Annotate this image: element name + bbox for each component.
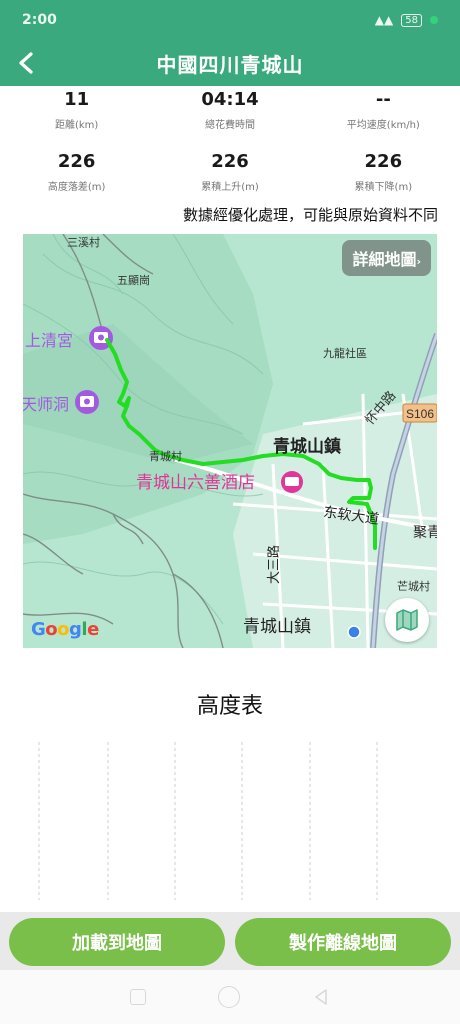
stat-label: 累積上升(m)	[201, 182, 259, 193]
altitude-title: 高度表	[196, 694, 263, 719]
make-offline-map-button[interactable]: 製作離線地圖	[235, 918, 451, 966]
route-map[interactable]: S106 三溪村 五顯崗 上清宮 天师洞 九龍社區 怀中路 青城村 青城山鎮 青…	[23, 234, 437, 648]
stat-distance: 11 距離(km)	[0, 88, 153, 131]
stat-value: 11	[64, 89, 90, 110]
status-icons: ▲▲ 58	[375, 13, 438, 27]
google-logo: Google	[31, 619, 99, 640]
status-bar: 2:00 ▲▲ 58	[0, 0, 460, 40]
label-hotel: 青城山六善酒店	[136, 473, 255, 493]
label-shangqing: 上清宮	[25, 331, 73, 350]
stat-average-speed: -- 平均速度(km/h)	[307, 88, 460, 131]
stat-value: --	[375, 89, 391, 110]
page-title: 中國四川青城山	[156, 52, 304, 77]
tianshi-poi	[75, 390, 99, 414]
stat-total-ascent: 226 累積上升(m)	[153, 150, 306, 193]
recent-apps-button[interactable]	[130, 989, 146, 1005]
label-qingcheng-cun: 青城村	[149, 449, 182, 463]
label-mangcheng: 芒城村	[397, 579, 430, 593]
system-nav-bar	[0, 970, 460, 1024]
label-tianshi: 天师洞	[23, 395, 69, 414]
label-sanxi: 三溪村	[67, 235, 100, 249]
label-jiulong: 九龍社區	[323, 346, 367, 360]
label-dasan: 大三路	[266, 545, 282, 584]
signal-icon: ▲▲	[374, 13, 394, 27]
stat-total-descent: 226 累積下降(m)	[307, 150, 460, 193]
stat-label: 距離(km)	[54, 120, 99, 131]
map-type-button[interactable]	[385, 598, 429, 642]
stat-elevation-gap: 226 高度落差(m)	[0, 150, 153, 193]
folded-map-icon	[396, 609, 418, 631]
app-header: 中國四川青城山	[0, 40, 460, 86]
stat-value: 226	[364, 151, 403, 172]
label-qingcheng-town: 青城山鎮	[273, 436, 341, 457]
data-optimization-note: 數據經優化處理，可能與原始資料不同	[182, 206, 438, 224]
chevron-left-icon	[19, 52, 33, 74]
stats-row-2: 226 高度落差(m) 226 累積上升(m) 226 累積下降(m)	[0, 150, 460, 193]
battery-icon: 58	[401, 13, 422, 27]
notification-dot-icon	[430, 16, 438, 24]
map-canvas: S106 三溪村 五顯崗 上清宮 天师洞 九龍社區 怀中路 青城村 青城山鎮 青…	[23, 234, 437, 648]
back-button[interactable]	[8, 44, 44, 82]
label-qingcheng-town-2: 青城山鎮	[243, 617, 311, 637]
label-wuxian: 五顯崗	[117, 274, 150, 287]
stat-label: 累積下降(m)	[354, 182, 413, 193]
stat-value: 226	[57, 151, 96, 172]
stat-value: 226	[211, 151, 249, 172]
detail-map-label: 詳細地圖	[352, 250, 417, 269]
hotel-poi	[281, 471, 303, 493]
stat-value: 04:14	[201, 89, 259, 110]
back-triangle-icon[interactable]	[312, 988, 330, 1006]
stat-label: 平均速度(km/h)	[346, 120, 420, 131]
status-time: 2:00	[22, 12, 57, 28]
stats-row-1: 11 距離(km) 04:14 總花費時間 -- 平均速度(km/h)	[0, 88, 460, 131]
label-juqing: 聚青	[413, 525, 437, 541]
altitude-chart	[38, 742, 378, 900]
stat-label: 總花費時間	[204, 120, 255, 131]
chevron-right-icon: ›	[416, 255, 421, 268]
detail-map-button[interactable]: 詳細地圖›	[342, 240, 431, 276]
load-to-map-button[interactable]: 加載到地圖	[9, 918, 225, 966]
stat-label: 高度落差(m)	[47, 182, 106, 193]
stat-total-time: 04:14 總花費時間	[153, 88, 306, 131]
current-location-icon	[347, 625, 361, 639]
home-button[interactable]	[218, 986, 240, 1008]
s106-label: S106	[406, 407, 434, 421]
